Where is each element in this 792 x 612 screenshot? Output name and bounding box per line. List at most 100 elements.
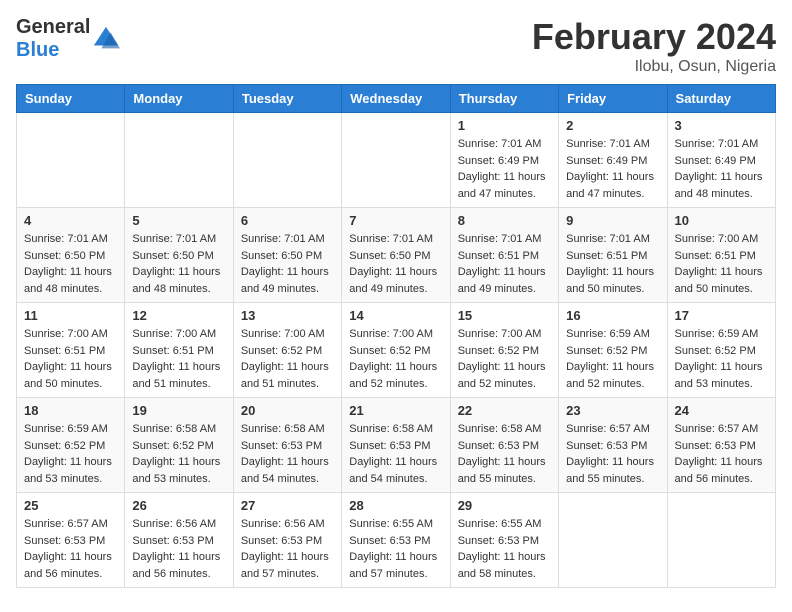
calendar-cell: 22 Sunrise: 6:58 AMSunset: 6:53 PMDayligh… (450, 398, 558, 493)
weekday-header-thursday: Thursday (450, 85, 558, 113)
calendar-cell: 6 Sunrise: 7:01 AMSunset: 6:50 PMDaylight… (233, 208, 341, 303)
day-info: Sunrise: 7:01 AMSunset: 6:50 PMDaylight:… (241, 231, 334, 297)
calendar-cell: 27 Sunrise: 6:56 AMSunset: 6:53 PMDayligh… (233, 493, 341, 588)
calendar-cell: 14Sunrise: 7:00 AMSunset: 6:52 PMDayligh… (342, 303, 450, 398)
weekday-header-monday: Monday (125, 85, 233, 113)
logo: General Blue (16, 16, 120, 62)
day-number: 24 (675, 403, 768, 418)
day-info: Sunrise: 6:58 AMSunset: 6:53 PMDaylight:… (241, 421, 334, 487)
day-number: 1 (458, 118, 551, 133)
day-number: 14 (349, 308, 442, 323)
day-info: Sunrise: 6:58 AMSunset: 6:53 PMDaylight:… (349, 421, 442, 487)
logo-text: General Blue (16, 16, 90, 62)
calendar-cell (342, 113, 450, 208)
day-info: Sunrise: 6:59 AMSunset: 6:52 PMDaylight:… (24, 421, 117, 487)
calendar-cell: 28Sunrise: 6:55 AMSunset: 6:53 PMDayligh… (342, 493, 450, 588)
calendar-cell: 8 Sunrise: 7:01 AMSunset: 6:51 PMDaylight… (450, 208, 558, 303)
day-number: 4 (24, 213, 117, 228)
calendar-cell: 26 Sunrise: 6:56 AMSunset: 6:53 PMDayligh… (125, 493, 233, 588)
calendar-cell: 16 Sunrise: 6:59 AMSunset: 6:52 PMDayligh… (559, 303, 667, 398)
calendar-cell: 4 Sunrise: 7:01 AMSunset: 6:50 PMDaylight… (17, 208, 125, 303)
day-info: Sunrise: 7:00 AMSunset: 6:52 PMDaylight:… (458, 326, 551, 392)
calendar-cell: 5Sunrise: 7:01 AMSunset: 6:50 PMDaylight… (125, 208, 233, 303)
day-number: 19 (132, 403, 225, 418)
calendar-week-row: 11 Sunrise: 7:00 AMSunset: 6:51 PMDayligh… (17, 303, 776, 398)
day-info: Sunrise: 6:59 AMSunset: 6:52 PMDaylight:… (675, 326, 768, 392)
day-info: Sunrise: 7:00 AMSunset: 6:51 PMDaylight:… (132, 326, 225, 392)
day-number: 12 (132, 308, 225, 323)
day-number: 17 (675, 308, 768, 323)
calendar-week-row: 25 Sunrise: 6:57 AMSunset: 6:53 PMDayligh… (17, 493, 776, 588)
weekday-header-saturday: Saturday (667, 85, 775, 113)
day-number: 10 (675, 213, 768, 228)
page-header: General Blue February 2024 Ilobu, Osun, … (16, 16, 776, 76)
calendar-cell: 19 Sunrise: 6:58 AMSunset: 6:52 PMDayligh… (125, 398, 233, 493)
day-info: Sunrise: 6:55 AMSunset: 6:53 PMDaylight:… (458, 516, 551, 582)
calendar-cell: 24 Sunrise: 6:57 AMSunset: 6:53 PMDayligh… (667, 398, 775, 493)
calendar-cell (667, 493, 775, 588)
calendar-cell: 2 Sunrise: 7:01 AMSunset: 6:49 PMDaylight… (559, 113, 667, 208)
day-info: Sunrise: 7:01 AMSunset: 6:49 PMDaylight:… (566, 136, 659, 202)
calendar-cell: 23 Sunrise: 6:57 AMSunset: 6:53 PMDayligh… (559, 398, 667, 493)
day-info: Sunrise: 7:01 AMSunset: 6:50 PMDaylight:… (24, 231, 117, 297)
day-info: Sunrise: 6:58 AMSunset: 6:53 PMDaylight:… (458, 421, 551, 487)
day-info: Sunrise: 7:01 AMSunset: 6:51 PMDaylight:… (458, 231, 551, 297)
day-info: Sunrise: 6:57 AMSunset: 6:53 PMDaylight:… (675, 421, 768, 487)
day-info: Sunrise: 7:00 AMSunset: 6:51 PMDaylight:… (675, 231, 768, 297)
day-number: 9 (566, 213, 659, 228)
calendar-cell: 18 Sunrise: 6:59 AMSunset: 6:52 PMDayligh… (17, 398, 125, 493)
logo-icon (92, 25, 120, 53)
day-info: Sunrise: 7:01 AMSunset: 6:49 PMDaylight:… (675, 136, 768, 202)
month-year-title: February 2024 (532, 16, 776, 58)
day-info: Sunrise: 7:01 AMSunset: 6:49 PMDaylight:… (458, 136, 551, 202)
day-number: 26 (132, 498, 225, 513)
day-number: 20 (241, 403, 334, 418)
calendar-week-row: 4 Sunrise: 7:01 AMSunset: 6:50 PMDaylight… (17, 208, 776, 303)
day-number: 21 (349, 403, 442, 418)
day-number: 23 (566, 403, 659, 418)
day-info: Sunrise: 7:00 AMSunset: 6:51 PMDaylight:… (24, 326, 117, 392)
weekday-header-row: SundayMondayTuesdayWednesdayThursdayFrid… (17, 85, 776, 113)
day-info: Sunrise: 6:56 AMSunset: 6:53 PMDaylight:… (241, 516, 334, 582)
day-number: 3 (675, 118, 768, 133)
calendar-cell: 20 Sunrise: 6:58 AMSunset: 6:53 PMDayligh… (233, 398, 341, 493)
day-number: 25 (24, 498, 117, 513)
calendar-cell: 7Sunrise: 7:01 AMSunset: 6:50 PMDaylight… (342, 208, 450, 303)
day-info: Sunrise: 6:59 AMSunset: 6:52 PMDaylight:… (566, 326, 659, 392)
day-number: 11 (24, 308, 117, 323)
calendar-cell: 3 Sunrise: 7:01 AMSunset: 6:49 PMDaylight… (667, 113, 775, 208)
calendar-cell: 17 Sunrise: 6:59 AMSunset: 6:52 PMDayligh… (667, 303, 775, 398)
day-number: 8 (458, 213, 551, 228)
calendar-cell: 10 Sunrise: 7:00 AMSunset: 6:51 PMDayligh… (667, 208, 775, 303)
day-number: 15 (458, 308, 551, 323)
calendar-cell: 15 Sunrise: 7:00 AMSunset: 6:52 PMDayligh… (450, 303, 558, 398)
calendar-cell: 11 Sunrise: 7:00 AMSunset: 6:51 PMDayligh… (17, 303, 125, 398)
calendar-cell (125, 113, 233, 208)
day-info: Sunrise: 6:56 AMSunset: 6:53 PMDaylight:… (132, 516, 225, 582)
day-number: 2 (566, 118, 659, 133)
day-number: 22 (458, 403, 551, 418)
day-number: 6 (241, 213, 334, 228)
weekday-header-friday: Friday (559, 85, 667, 113)
day-info: Sunrise: 7:01 AMSunset: 6:51 PMDaylight:… (566, 231, 659, 297)
calendar-cell (17, 113, 125, 208)
day-number: 27 (241, 498, 334, 513)
weekday-header-sunday: Sunday (17, 85, 125, 113)
calendar-cell: 1 Sunrise: 7:01 AMSunset: 6:49 PMDaylight… (450, 113, 558, 208)
calendar-cell: 12 Sunrise: 7:00 AMSunset: 6:51 PMDayligh… (125, 303, 233, 398)
day-info: Sunrise: 7:01 AMSunset: 6:50 PMDaylight:… (349, 231, 442, 297)
day-info: Sunrise: 6:57 AMSunset: 6:53 PMDaylight:… (566, 421, 659, 487)
calendar-cell: 25 Sunrise: 6:57 AMSunset: 6:53 PMDayligh… (17, 493, 125, 588)
weekday-header-wednesday: Wednesday (342, 85, 450, 113)
day-info: Sunrise: 6:58 AMSunset: 6:52 PMDaylight:… (132, 421, 225, 487)
logo-blue: Blue (16, 39, 59, 61)
day-number: 28 (349, 498, 442, 513)
calendar-week-row: 1 Sunrise: 7:01 AMSunset: 6:49 PMDaylight… (17, 113, 776, 208)
calendar-cell (233, 113, 341, 208)
calendar-cell: 9 Sunrise: 7:01 AMSunset: 6:51 PMDaylight… (559, 208, 667, 303)
day-info: Sunrise: 7:00 AMSunset: 6:52 PMDaylight:… (241, 326, 334, 392)
day-number: 5 (132, 213, 225, 228)
day-number: 16 (566, 308, 659, 323)
day-number: 18 (24, 403, 117, 418)
day-info: Sunrise: 6:57 AMSunset: 6:53 PMDaylight:… (24, 516, 117, 582)
